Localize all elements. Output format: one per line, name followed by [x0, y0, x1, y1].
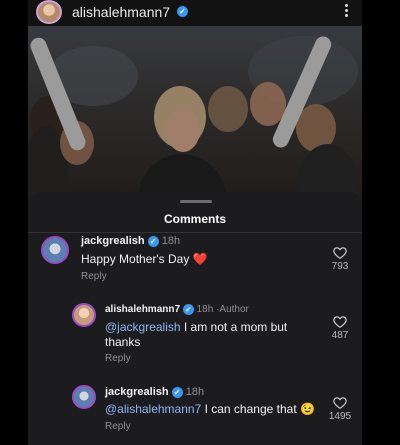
comments-sheet: Comments jackgrealish ✓ 18h Happy Mother…: [28, 192, 362, 445]
comment-header: jackgrealish ✓ 18h: [105, 386, 204, 398]
heart-outline-icon[interactable]: [333, 396, 347, 409]
like-count: 1495: [328, 411, 352, 422]
comment-time: 18h: [185, 386, 205, 398]
reply-button[interactable]: Reply: [105, 421, 131, 432]
post-author-username[interactable]: alishalehmann7: [72, 4, 170, 20]
mention-link[interactable]: @alishalehmann7: [105, 402, 201, 416]
post-photo: [28, 26, 362, 210]
post-author-avatar[interactable]: [36, 0, 62, 24]
comment-text: @alishalehmann7 I can change that 😉: [105, 402, 315, 416]
commenter-username[interactable]: jackgrealish: [105, 386, 169, 398]
verified-badge-icon: ✓: [177, 6, 188, 17]
comment-reply-item: jackgrealish ✓ 18h @alishalehmann7 I can…: [28, 192, 362, 445]
post-header: alishalehmann7 ✓: [28, 0, 362, 26]
more-vertical-icon[interactable]: [340, 2, 352, 20]
verified-badge-icon: ✓: [171, 386, 183, 398]
wink-emoji: 😉: [300, 402, 315, 416]
like-control[interactable]: 1495: [325, 396, 355, 422]
commenter-avatar[interactable]: [72, 385, 96, 409]
